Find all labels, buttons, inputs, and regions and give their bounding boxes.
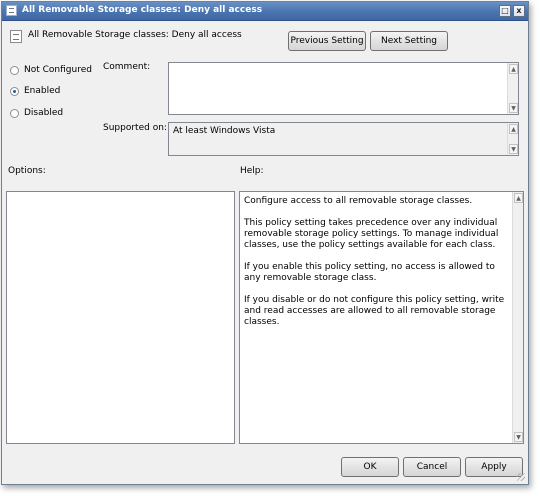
maximize-button[interactable]: □ bbox=[499, 5, 511, 17]
radio-label: Disabled bbox=[24, 108, 64, 118]
supported-scrollbar[interactable]: ▲ ▼ bbox=[507, 123, 518, 155]
radio-circle[interactable] bbox=[10, 87, 19, 96]
help-text: Configure access to all removable storag… bbox=[244, 196, 507, 339]
title-bar[interactable]: All Removable Storage classes: Deny all … bbox=[2, 2, 528, 21]
window-title: All Removable Storage classes: Deny all … bbox=[22, 5, 263, 15]
radio-label: Enabled bbox=[24, 86, 61, 96]
setting-icon bbox=[10, 30, 22, 43]
policy-name: All Removable Storage classes: Deny all … bbox=[28, 30, 242, 40]
help-panel: Configure access to all removable storag… bbox=[239, 191, 524, 444]
options-label: Options: bbox=[8, 166, 46, 176]
apply-button[interactable]: Apply bbox=[465, 457, 523, 477]
help-paragraph: Configure access to all removable storag… bbox=[244, 196, 473, 206]
comment-textarea[interactable]: ▲ ▼ bbox=[168, 62, 519, 115]
previous-setting-button[interactable]: Previous Setting bbox=[288, 31, 366, 51]
next-setting-button[interactable]: Next Setting bbox=[370, 31, 448, 51]
radio-label: Not Configured bbox=[24, 65, 92, 75]
scroll-down-icon[interactable]: ▼ bbox=[509, 103, 518, 113]
close-button[interactable]: x bbox=[513, 5, 525, 17]
help-scrollbar[interactable]: ▲ ▼ bbox=[512, 192, 523, 443]
help-paragraph: If you enable this policy setting, no ac… bbox=[244, 262, 495, 283]
ok-button[interactable]: OK bbox=[341, 457, 399, 477]
radio-circle[interactable] bbox=[10, 66, 19, 75]
scroll-down-icon[interactable]: ▼ bbox=[509, 144, 518, 154]
help-label: Help: bbox=[240, 166, 264, 176]
help-paragraph: If you disable or do not configure this … bbox=[244, 295, 505, 327]
options-panel bbox=[6, 191, 235, 444]
resize-grip-icon[interactable] bbox=[517, 473, 525, 481]
cancel-button[interactable]: Cancel bbox=[403, 457, 461, 477]
policy-dialog: All Removable Storage classes: Deny all … bbox=[1, 1, 529, 485]
help-paragraph: This policy setting takes precedence ove… bbox=[244, 218, 499, 250]
scroll-up-icon[interactable]: ▲ bbox=[509, 64, 518, 74]
policy-icon bbox=[6, 5, 17, 16]
radio-circle[interactable] bbox=[10, 109, 19, 118]
scroll-down-icon[interactable]: ▼ bbox=[514, 432, 523, 442]
scroll-up-icon[interactable]: ▲ bbox=[509, 124, 518, 134]
comment-label: Comment: bbox=[103, 62, 151, 72]
supported-on-value: At least Windows Vista bbox=[173, 126, 276, 136]
supported-on-label: Supported on: bbox=[103, 123, 167, 133]
scroll-up-icon[interactable]: ▲ bbox=[514, 193, 523, 203]
comment-scrollbar[interactable]: ▲ ▼ bbox=[507, 63, 518, 114]
supported-on-field: At least Windows Vista ▲ ▼ bbox=[168, 122, 519, 156]
